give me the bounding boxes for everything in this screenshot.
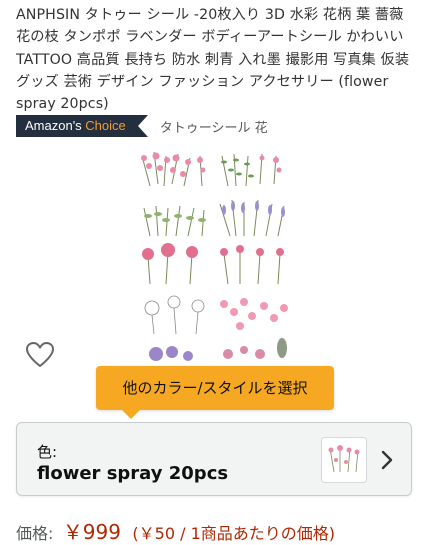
badge-accent: Choice: [85, 118, 126, 133]
product-image[interactable]: [136, 148, 294, 366]
select-style-tooltip[interactable]: 他のカラー/スタイルを選択: [96, 366, 334, 419]
badge-prefix: Amazon's: [25, 118, 82, 133]
variant-value: flower spray 20pcs: [37, 463, 229, 484]
color-variant-selector[interactable]: 色: flower spray 20pcs: [16, 422, 412, 496]
variant-label: 色:: [37, 443, 58, 461]
price-row: 価格: ￥999 (￥50 / 1商品あたりの価格): [16, 516, 335, 545]
price-label: 価格:: [16, 524, 54, 543]
chevron-right-icon: [381, 450, 393, 470]
badge-category[interactable]: タトゥーシール 花: [160, 117, 268, 136]
variant-thumbnail: [321, 437, 367, 483]
amazons-choice-row: Amazon's Choice タトゥーシール 花: [16, 115, 268, 137]
heart-outline-icon[interactable]: [26, 342, 54, 368]
price-value: ￥999: [62, 520, 121, 544]
amazons-choice-badge[interactable]: Amazon's Choice: [16, 115, 148, 137]
product-title: ANPHSIN タトゥー シール -20枚入り 3D 水彩 花柄 葉 薔薇 花の…: [16, 7, 410, 113]
unit-price: (￥50 / 1商品あたりの価格): [132, 524, 335, 543]
